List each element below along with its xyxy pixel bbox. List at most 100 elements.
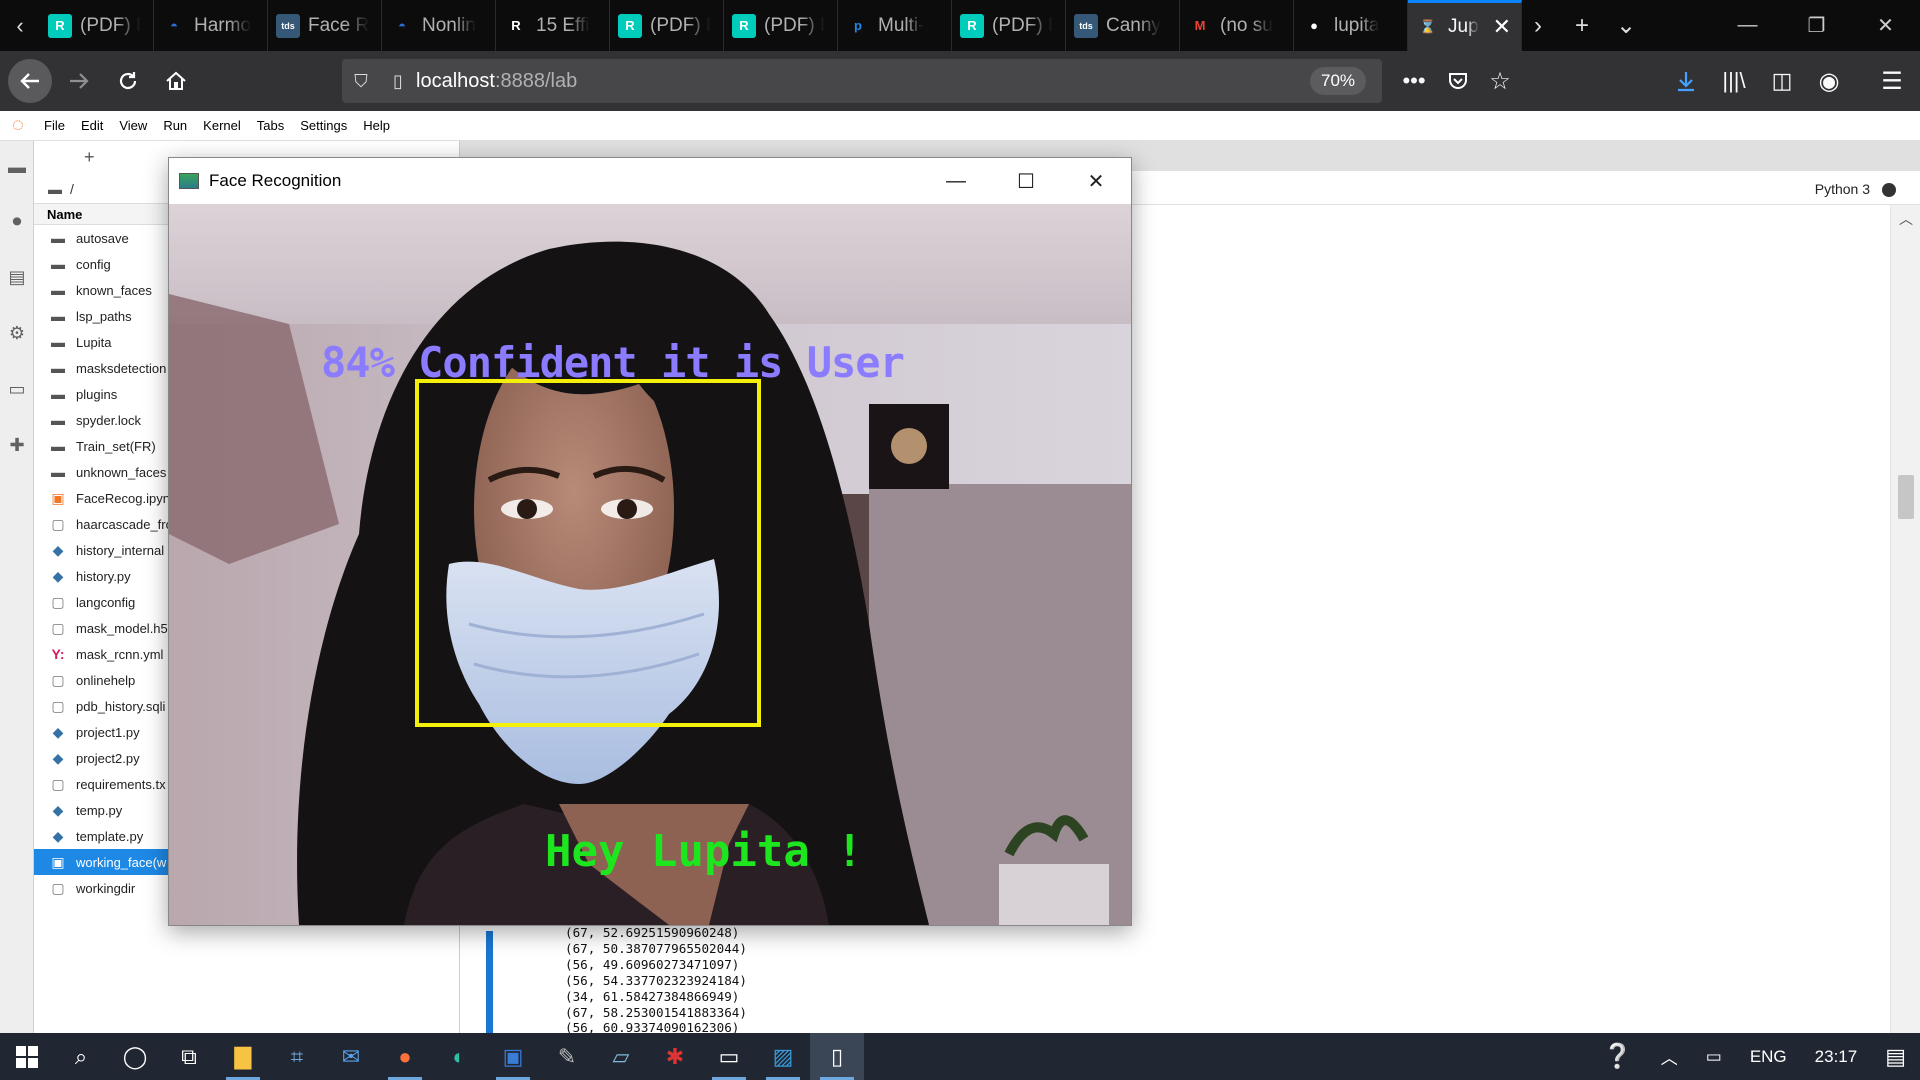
browser-tab[interactable]: tds Canny [1066, 0, 1180, 51]
menu-kernel[interactable]: Kernel [195, 118, 249, 133]
menu-view[interactable]: View [111, 118, 155, 133]
photos-icon[interactable]: ▨ [756, 1033, 810, 1080]
file-name: workingdir [76, 880, 136, 896]
open-tabs-icon[interactable]: ▭ [7, 379, 27, 399]
search-icon[interactable]: ⌕ [54, 1033, 108, 1080]
mail-icon[interactable]: ✉ [324, 1033, 378, 1080]
tds-icon: tds [1074, 13, 1098, 38]
camera-frame: 84% Confident it is User Hey Lupita ! [169, 204, 1131, 925]
folder-icon[interactable]: ▬ [7, 157, 27, 177]
battery-icon[interactable]: ▭ [1706, 1047, 1722, 1067]
page-actions-icon[interactable]: ••• [1392, 59, 1436, 103]
new-launcher-icon[interactable]: + [84, 147, 95, 168]
folder-icon: ▬ [51, 230, 65, 246]
browser-tab[interactable]: M (no su [1180, 0, 1294, 51]
tab-list-dropdown-icon[interactable]: ⌄ [1604, 11, 1648, 40]
file-icon: ▢ [51, 515, 65, 532]
url-bar[interactable]: ⛉ ▯ localhost:8888/lab [342, 59, 1382, 103]
researchgate-icon: R [618, 13, 642, 38]
downloads-icon[interactable] [1664, 59, 1708, 103]
browser-tab[interactable]: R (PDF) I [40, 0, 154, 51]
bookmark-star-icon[interactable]: ☆ [1478, 59, 1522, 103]
language-indicator[interactable]: ENG [1750, 1047, 1787, 1067]
file-icon: ▢ [51, 619, 65, 636]
scrollbar-thumb[interactable] [1898, 475, 1914, 519]
window-maximize-icon[interactable]: ☐ [991, 158, 1061, 204]
forward-button[interactable] [57, 59, 101, 103]
network-app-icon[interactable]: ⌗ [270, 1033, 324, 1080]
zoom-indicator[interactable]: 70% [1310, 67, 1366, 95]
library-icon[interactable]: |||\ [1712, 59, 1756, 103]
file-explorer-icon[interactable]: ▇ [216, 1033, 270, 1080]
menu-file[interactable]: File [36, 118, 73, 133]
clock[interactable]: 23:17 [1815, 1047, 1858, 1067]
new-tab-icon[interactable]: + [1560, 12, 1604, 40]
account-icon[interactable]: ◉ [1807, 59, 1851, 103]
browser-tab[interactable]: R (PDF) I [724, 0, 838, 51]
running-sessions-icon[interactable]: ⏺ [7, 211, 27, 231]
menu-edit[interactable]: Edit [73, 118, 111, 133]
browser-tab[interactable]: ⌛ Jup ✕ [1408, 0, 1522, 51]
show-hidden-icons-icon[interactable]: ︿ [1661, 1044, 1678, 1069]
menu-help[interactable]: Help [355, 118, 398, 133]
browser-tab[interactable]: R (PDF) I [952, 0, 1066, 51]
back-button[interactable] [8, 59, 52, 103]
browser-window-controls: — ❐ ✕ [1713, 0, 1920, 51]
browser-tab[interactable]: ◓ Harmo [154, 0, 268, 51]
tab-scroll-right-icon[interactable]: › [1516, 12, 1560, 40]
menu-tabs[interactable]: Tabs [249, 118, 292, 133]
file-name: mask_rcnn.yml [76, 646, 164, 662]
minimize-icon[interactable]: — [1713, 0, 1782, 51]
url-host: localhost [416, 69, 495, 92]
browser-tab[interactable]: ◓ Nonlin [382, 0, 496, 51]
commands-icon[interactable]: ▤ [7, 267, 27, 287]
python-file-icon: ◆ [52, 801, 64, 818]
browser-tab[interactable]: R (PDF) I [610, 0, 724, 51]
tab-label: (PDF) I [992, 14, 1054, 36]
extensions-icon[interactable]: ✚ [7, 435, 27, 455]
folder-icon[interactable]: ▬ [48, 181, 62, 197]
browser-tab[interactable]: ● lupita [1294, 0, 1408, 51]
help-icon[interactable]: ❔ [1603, 1042, 1633, 1071]
browser-tab[interactable]: R 15 Effi [496, 0, 610, 51]
breadcrumb-root[interactable]: / [70, 181, 74, 197]
close-icon[interactable]: ✕ [1851, 0, 1920, 51]
word-icon[interactable]: ▣ [486, 1033, 540, 1080]
window-close-icon[interactable]: ✕ [1061, 158, 1131, 204]
terminal-icon[interactable]: ▭ [702, 1033, 756, 1080]
notifications-icon[interactable]: ▤ [1885, 1044, 1906, 1070]
property-inspector-icon[interactable]: ⚙ [7, 323, 27, 343]
file-name: working_face(w [76, 854, 167, 870]
anaconda-icon[interactable]: ✱ [648, 1033, 702, 1080]
edge-icon[interactable]: ◐ [432, 1033, 486, 1080]
start-icon[interactable] [0, 1033, 54, 1080]
reload-button[interactable] [106, 59, 150, 103]
notebook-scrollbar[interactable]: ︿ [1890, 205, 1920, 1033]
cortana-icon[interactable]: ◯ [108, 1033, 162, 1080]
hamburger-menu-icon[interactable]: ☰ [1870, 59, 1914, 103]
window-titlebar[interactable]: Face Recognition — ☐ ✕ [169, 158, 1131, 204]
tab-scroll-left-icon[interactable]: ‹ [0, 0, 40, 51]
file-name: langconfig [76, 594, 136, 610]
tracking-shield-icon[interactable]: ⛉ [342, 71, 380, 92]
tab-label: lupita [1334, 14, 1380, 36]
window-minimize-icon[interactable]: — [921, 158, 991, 204]
task-view-icon[interactable]: ⧉ [162, 1033, 216, 1080]
gimp-icon[interactable]: ✎ [540, 1033, 594, 1080]
file-name: lsp_paths [76, 308, 132, 324]
menu-run[interactable]: Run [155, 118, 195, 133]
pocket-icon[interactable] [1436, 59, 1480, 103]
python-window-icon[interactable]: ▯ [810, 1033, 864, 1080]
browser-tab[interactable]: p Multi- [838, 0, 952, 51]
menu-settings[interactable]: Settings [292, 118, 355, 133]
firefox-icon[interactable]: ● [378, 1033, 432, 1080]
notes-icon[interactable]: ▱ [594, 1033, 648, 1080]
browser-tab[interactable]: tds Face R [268, 0, 382, 51]
tab-close-icon[interactable]: ✕ [1493, 14, 1511, 40]
home-button[interactable] [154, 59, 198, 103]
page-info-icon[interactable]: ▯ [380, 71, 416, 92]
sidebar-icon[interactable]: ◫ [1760, 59, 1804, 103]
scroll-up-icon[interactable]: ︿ [1891, 209, 1920, 229]
restore-icon[interactable]: ❐ [1782, 0, 1851, 51]
kernel-name[interactable]: Python 3 [1815, 181, 1870, 197]
